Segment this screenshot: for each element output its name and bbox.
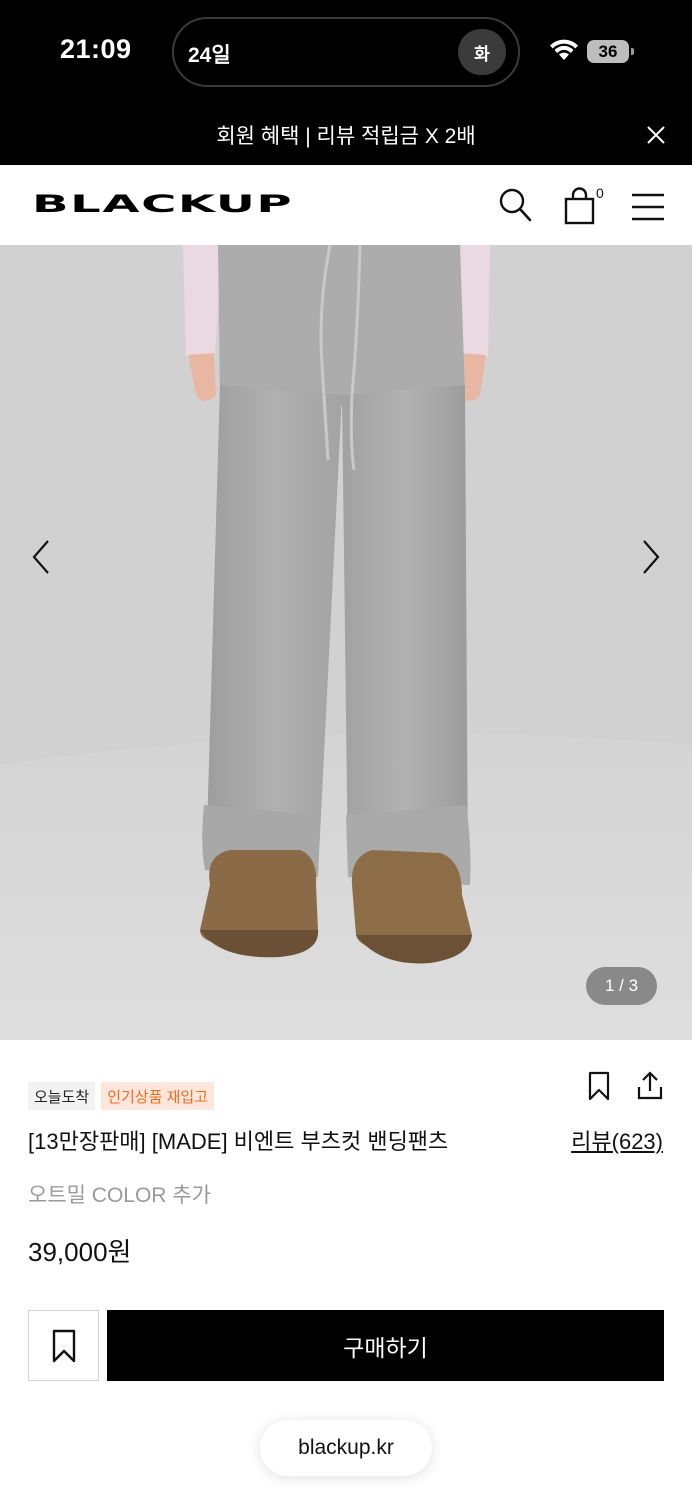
prev-image-arrow-icon[interactable] [26, 537, 56, 577]
brand-logo[interactable]: BLACKUP [32, 190, 293, 218]
badge-restock: 인기상품 재입고 [101, 1082, 214, 1110]
close-icon[interactable] [646, 125, 666, 145]
status-bar: 21:09 24일 화 36 [0, 0, 692, 104]
color-note: 오트밀 COLOR 추가 [28, 1184, 211, 1207]
hamburger-menu-icon[interactable] [631, 189, 665, 225]
island-day: 화 [458, 29, 506, 75]
bookmark-icon[interactable] [587, 1071, 611, 1101]
share-icon[interactable] [636, 1071, 664, 1101]
browser-url-pill[interactable]: blackup.kr [260, 1420, 432, 1476]
cart-count: 0 [596, 185, 604, 201]
badge-list: 오늘도착 인기상품 재입고 [28, 1082, 214, 1110]
promo-banner[interactable]: 회원 혜택 | 리뷰 적립금 X 2배 [0, 104, 692, 165]
site-header: BLACKUP 0 [0, 165, 692, 245]
wifi-icon [550, 39, 578, 60]
battery-indicator: 36 [587, 40, 634, 63]
search-icon[interactable] [498, 187, 532, 223]
product-title: [13만장판매] [MADE] 비엔트 부츠컷 밴딩팬츠 [28, 1129, 449, 1154]
badge-today-arrival: 오늘도착 [28, 1082, 96, 1110]
wishlist-button[interactable] [28, 1310, 99, 1381]
product-photo [0, 245, 692, 1040]
buy-button[interactable]: 구매하기 [107, 1310, 664, 1381]
image-counter: 1 / 3 [586, 967, 657, 1005]
review-link[interactable]: 리뷰(623) [571, 1124, 663, 1156]
promo-text: 회원 혜택 | 리뷰 적립금 X 2배 [216, 125, 476, 148]
bookmark-icon [52, 1329, 75, 1362]
product-image-gallery[interactable]: 1 / 3 [0, 245, 692, 1040]
island-date: 24일 [188, 44, 231, 67]
dynamic-island[interactable]: 24일 화 [172, 17, 520, 87]
shopping-bag-icon[interactable] [563, 187, 597, 225]
status-time: 21:09 [60, 34, 132, 64]
next-image-arrow-icon[interactable] [636, 537, 666, 577]
product-price: 39,000원 [28, 1237, 132, 1267]
